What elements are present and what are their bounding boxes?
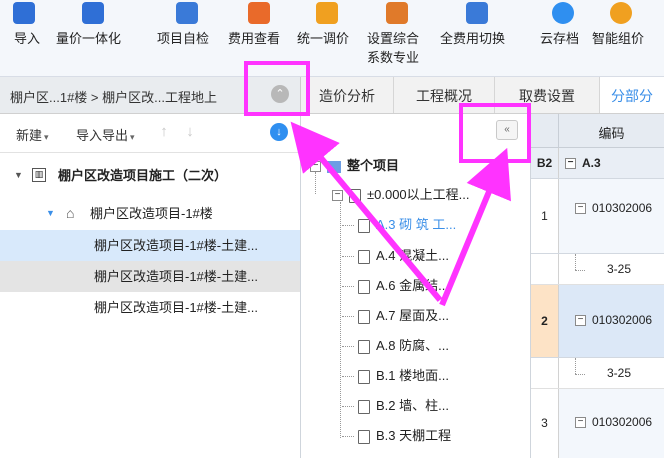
arrow-to-collapse-left — [439, 147, 511, 307]
arrow-to-collapse-up — [290, 121, 443, 302]
annotation-arrows — [290, 121, 511, 307]
